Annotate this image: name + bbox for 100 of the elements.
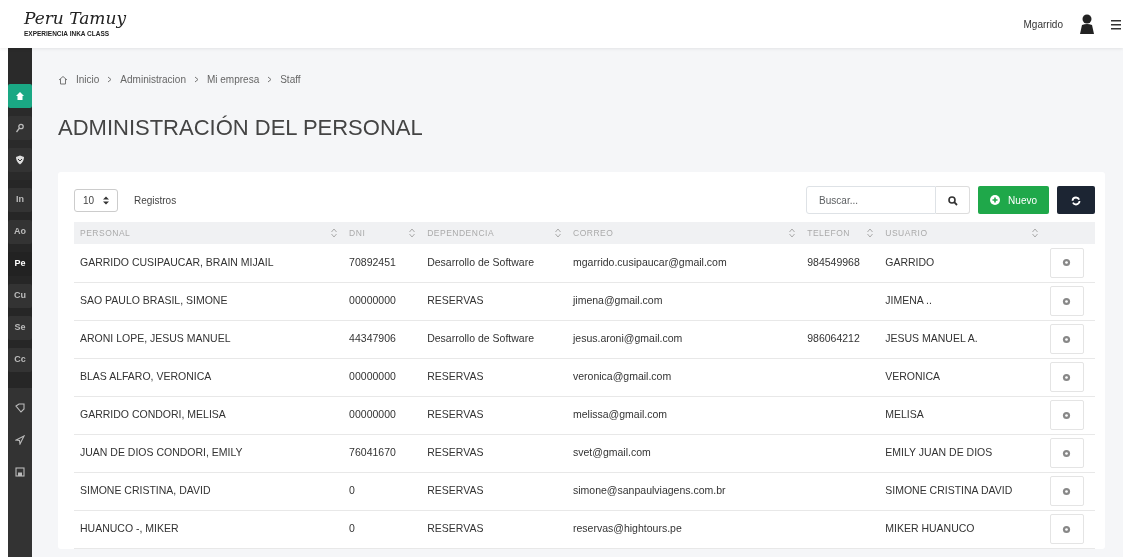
gear-icon	[1062, 258, 1072, 268]
gear-button[interactable]	[1049, 476, 1084, 506]
logo-title: Peru Tamuy	[24, 10, 127, 28]
sort-icon[interactable]	[789, 228, 796, 238]
key-button[interactable]	[8, 116, 32, 140]
breadcrumb-link[interactable]: Inicio	[76, 72, 100, 87]
search-field[interactable]: Buscar...	[806, 186, 937, 214]
table-cell: reservas@hightours.pe	[573, 522, 682, 535]
table-cell: veronica@gmail.com	[573, 370, 672, 383]
gear-icon	[1062, 486, 1072, 496]
gear-icon	[1062, 296, 1072, 306]
table-cell: jesus.aroni@gmail.com	[573, 332, 683, 345]
gear-icon	[1062, 524, 1072, 534]
refresh-button[interactable]	[1057, 186, 1095, 214]
table-cell: RESERVAS	[427, 408, 484, 421]
table-cell: 00000000	[349, 370, 396, 383]
gear-button[interactable]	[1049, 514, 1084, 544]
table-cell: VERONICA	[885, 370, 941, 383]
menu-icon[interactable]	[1111, 17, 1121, 31]
table-cell: SIMONE CRISTINA, DAVID	[80, 484, 211, 497]
gear-icon	[1062, 372, 1072, 382]
sort-icon[interactable]	[1031, 228, 1038, 238]
table-cell: 00000000	[349, 408, 396, 421]
sidebar-item[interactable]: Cc	[8, 348, 32, 372]
table-cell: HUANUCO -, MIKER	[80, 522, 179, 535]
table-cell: 00000000	[349, 294, 396, 307]
table-cell: JESUS MANUEL A.	[885, 332, 978, 345]
table-cell: SIMONE CRISTINA DAVID	[885, 484, 1013, 497]
table-cell: MIKER HUANUCO	[885, 522, 975, 535]
sort-icon[interactable]	[867, 228, 874, 238]
save-icon	[15, 467, 25, 477]
table-cell: 44347906	[349, 332, 396, 345]
table-cell: 984549968	[807, 255, 860, 268]
breadcrumb-link[interactable]: Staff	[280, 72, 301, 87]
table-cell: simone@sanpaulviagens.com.br	[573, 484, 726, 497]
table-cell: 76041670	[349, 446, 396, 459]
send-icon	[15, 435, 25, 445]
table-cell: RESERVAS	[427, 294, 484, 307]
sort-icon[interactable]	[555, 228, 561, 238]
new-button[interactable]: Nuevo	[978, 186, 1049, 214]
key-icon	[15, 123, 25, 133]
table-cell: RESERVAS	[427, 370, 484, 383]
sidebar-item[interactable]: Cu	[8, 284, 32, 308]
table-cell: RESERVAS	[427, 484, 484, 497]
table-cell: mgarrido.cusipaucar@gmail.com	[573, 255, 727, 268]
table-cell: svet@gmail.com	[573, 446, 651, 459]
table-cell: GARRIDO CONDORI, MELISA	[80, 408, 226, 421]
select-arrows-icon	[102, 196, 109, 206]
table-cell: 986064212	[807, 332, 860, 345]
breadcrumb-link[interactable]: Mi empresa	[206, 72, 260, 87]
sidebar-item[interactable]: Se	[8, 316, 32, 340]
table-cell: 70892451	[349, 255, 396, 268]
sidebar-item[interactable]: Pe	[8, 252, 32, 276]
table-cell: JUAN DE DIOS CONDORI, EMILY	[80, 446, 243, 459]
table-cell: 0	[349, 484, 355, 497]
gear-icon	[1062, 410, 1072, 420]
gear-icon	[1062, 448, 1072, 458]
user-name[interactable]: Mgarrido	[1023, 16, 1063, 32]
page-size-select[interactable]: 10	[74, 188, 118, 212]
chevron-icon	[193, 76, 199, 83]
table-cell: melissa@gmail.com	[573, 408, 668, 421]
table-cell: GARRIDO CUSIPAUCAR, BRAIN MIJAIL	[80, 255, 274, 268]
table-cell: EMILY JUAN DE DIOS	[885, 446, 993, 459]
table-cell: SAO PAULO BRASIL, SIMONE	[80, 294, 228, 307]
page-size-label: Registros	[133, 193, 177, 208]
table-cell: Desarrollo de Software	[427, 332, 534, 345]
page-title: ADMINISTRACIÓN DEL PERSONAL	[58, 114, 424, 142]
breadcrumb-link[interactable]: Administracion	[120, 72, 186, 87]
gear-button[interactable]	[1049, 247, 1084, 278]
plus-circle-icon	[990, 195, 1001, 205]
home-icon	[15, 91, 25, 101]
tag-icon	[15, 403, 25, 413]
gear-button[interactable]	[1049, 362, 1084, 392]
user-icon[interactable]	[1079, 14, 1095, 34]
refresh-icon	[1071, 195, 1081, 206]
shield-icon	[15, 155, 25, 165]
chevron-icon	[107, 76, 113, 83]
gear-button[interactable]	[1049, 400, 1084, 430]
table-cell: ARONI LOPE, JESUS MANUEL	[80, 332, 231, 345]
shield-button[interactable]	[8, 148, 32, 172]
home-button[interactable]	[8, 84, 32, 108]
table-cell: jimena@gmail.com	[573, 294, 663, 307]
sidebar-item[interactable]: In	[8, 188, 32, 212]
table-cell: JIMENA ..	[885, 294, 932, 307]
home-icon	[58, 74, 68, 85]
table-cell: RESERVAS	[427, 522, 484, 535]
sidebar-item[interactable]: Ao	[8, 220, 32, 244]
chevron-icon	[267, 76, 273, 83]
gear-button[interactable]	[1049, 438, 1084, 468]
search-icon	[947, 195, 958, 206]
sort-icon[interactable]	[409, 228, 416, 238]
search-button[interactable]	[936, 186, 971, 214]
table-cell: 0	[349, 522, 355, 535]
gear-button[interactable]	[1049, 286, 1084, 316]
gear-icon	[1062, 334, 1072, 344]
table-cell: RESERVAS	[427, 446, 484, 459]
table-cell: Desarrollo de Software	[427, 255, 534, 268]
table-cell: MELISA	[885, 408, 924, 421]
gear-button[interactable]	[1049, 324, 1084, 354]
sort-icon[interactable]	[331, 228, 338, 238]
